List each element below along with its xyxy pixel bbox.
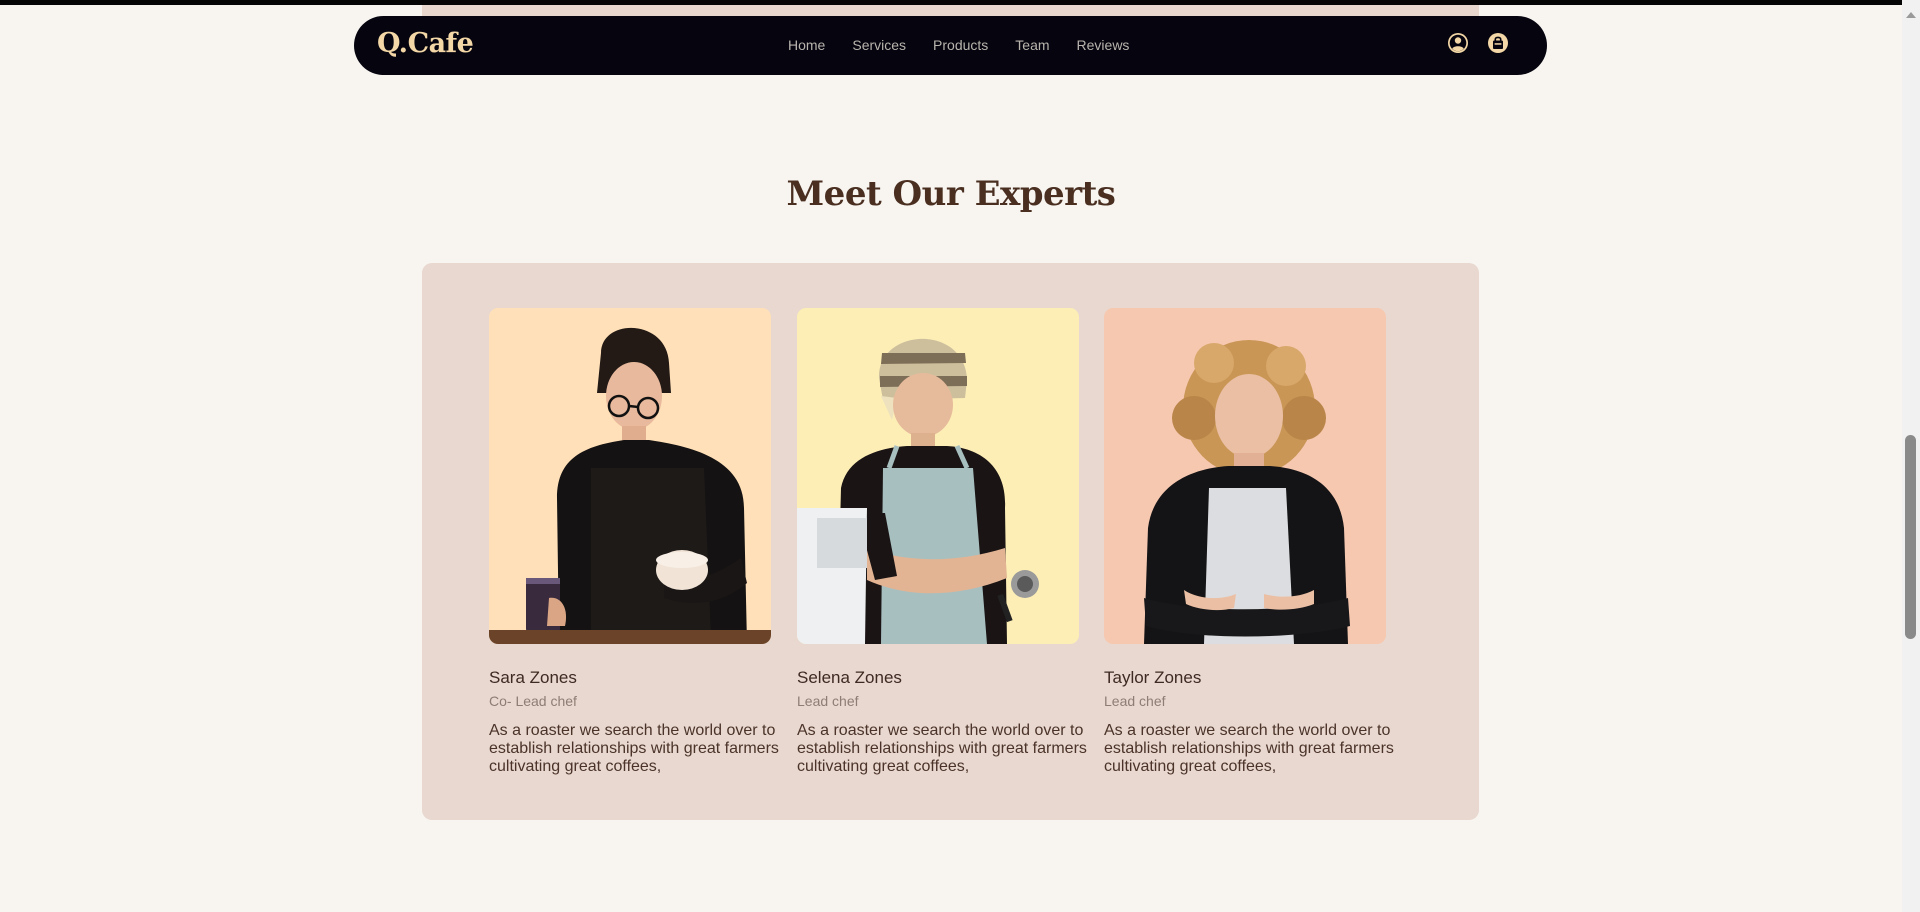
nav-link-reviews[interactable]: Reviews	[1077, 37, 1130, 53]
nav-links: Home Services Products Team Reviews	[788, 37, 1156, 53]
team-card-selena: Selena Zones Lead chef As a roaster we s…	[797, 308, 1087, 776]
nav-link-services[interactable]: Services	[852, 37, 906, 53]
team-panel: Sara Zones Co- Lead chef As a roaster we…	[422, 263, 1479, 820]
member-description: As a roaster we search the world over to…	[1104, 722, 1394, 775]
barista-photo-3	[1104, 308, 1386, 644]
logo[interactable]: Q.Cafe	[377, 28, 474, 59]
team-card-taylor: Taylor Zones Lead chef As a roaster we s…	[1104, 308, 1394, 776]
navbar: Q.Cafe Home Services Products Team Revie…	[354, 16, 1547, 75]
member-description: As a roaster we search the world over to…	[797, 722, 1087, 775]
team-photo	[1104, 308, 1386, 644]
member-role: Co- Lead chef	[489, 693, 577, 709]
scroll-up-arrow-icon[interactable]	[1906, 12, 1916, 18]
nav-link-team[interactable]: Team	[1015, 37, 1049, 53]
scrollbar-thumb[interactable]	[1905, 435, 1916, 639]
nav-link-products[interactable]: Products	[933, 37, 988, 53]
member-name: Taylor Zones	[1104, 668, 1202, 687]
section-title: Meet Our Experts	[786, 174, 1116, 214]
member-name: Sara Zones	[489, 668, 577, 687]
member-description: As a roaster we search the world over to…	[489, 722, 779, 775]
member-name: Selena Zones	[797, 668, 902, 687]
barista-photo-1	[489, 308, 771, 644]
user-icon[interactable]	[1446, 31, 1470, 55]
team-card-sara: Sara Zones Co- Lead chef As a roaster we…	[489, 308, 779, 776]
shopping-bag-icon[interactable]	[1486, 31, 1510, 55]
nav-link-home[interactable]: Home	[788, 37, 825, 53]
barista-photo-2	[797, 308, 1079, 644]
member-role: Lead chef	[1104, 693, 1166, 709]
nav-icons	[1446, 31, 1510, 55]
team-photo	[797, 308, 1079, 644]
member-role: Lead chef	[797, 693, 859, 709]
team-photo	[489, 308, 771, 644]
